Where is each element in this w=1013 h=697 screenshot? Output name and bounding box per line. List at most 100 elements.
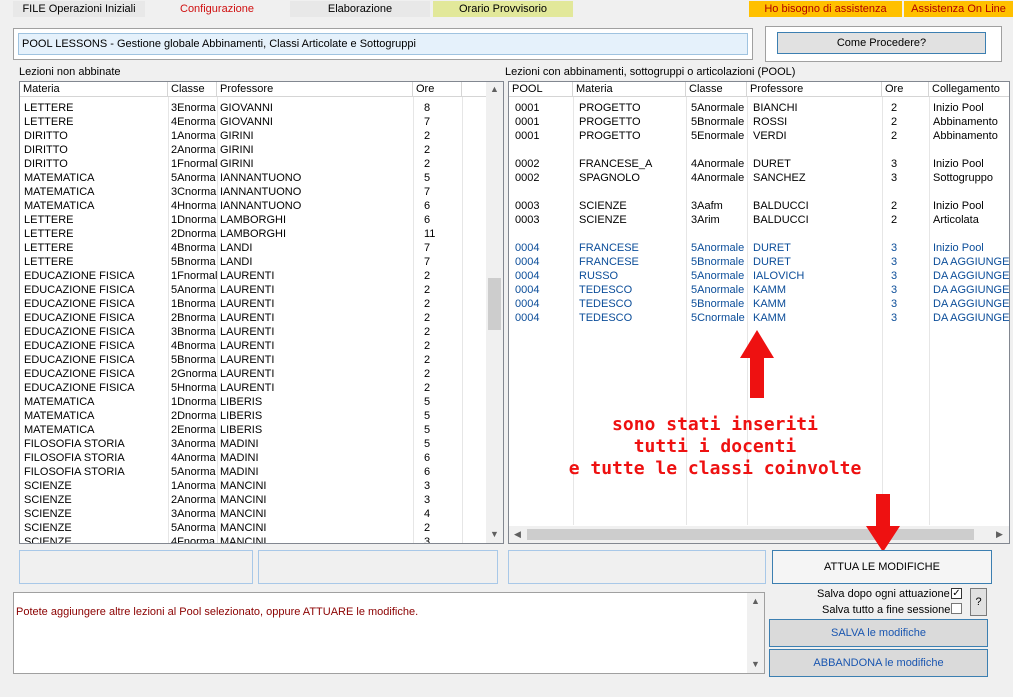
table-row[interactable]: MATEMATICA 2Dnorma LIBERIS 5 — [20, 409, 486, 423]
table-row[interactable]: MATEMATICA 2Enorma LIBERIS 5 — [20, 423, 486, 437]
salva-fine-checkbox[interactable] — [951, 603, 962, 614]
cell-ore: 6 — [424, 452, 431, 464]
table-row[interactable]: LETTERE 1Dnorma LAMBORGHI 6 — [20, 213, 486, 227]
horizontal-scroll-thumb[interactable] — [527, 529, 974, 540]
attua-modifiche-button[interactable]: ATTUA LE MODIFICHE — [772, 550, 992, 584]
cell-pool: 0004 — [515, 256, 540, 268]
abbandona-modifiche-button[interactable]: ABBANDONA le modifiche — [769, 649, 988, 677]
menu-configurazione[interactable]: Configurazione — [147, 1, 287, 17]
table-row[interactable]: EDUCAZIONE FISICA 3Bnorma LAURENTI 2 — [20, 325, 486, 339]
cell-ore: 3 — [891, 312, 898, 324]
table-row[interactable]: FILOSOFIA STORIA 5Anorma MADINI 6 — [20, 465, 486, 479]
table-row[interactable]: SCIENZE 1Anorma MANCINI 3 — [20, 479, 486, 493]
salva-dopo-checkbox[interactable]: ✓ — [951, 588, 962, 599]
table-row[interactable]: LETTERE 3Enorma GIOVANNI 8 — [20, 101, 486, 115]
table-row[interactable]: 0003 SCIENZE 3Arim BALDUCCI 2 Articolata — [509, 213, 1009, 227]
scroll-down-icon[interactable]: ▼ — [747, 659, 764, 669]
left-header-professore[interactable]: Professore — [217, 82, 413, 97]
table-row[interactable]: LETTERE 4Bnorma LANDI 7 — [20, 241, 486, 255]
table-row[interactable]: EDUCAZIONE FISICA 5Anorma LAURENTI 2 — [20, 283, 486, 297]
scroll-down-icon[interactable]: ▼ — [486, 529, 503, 539]
message-box[interactable]: Potete aggiungere altre lezioni al Pool … — [13, 592, 765, 674]
cell-ore: 2 — [424, 284, 431, 296]
table-row[interactable] — [509, 227, 1009, 241]
table-row[interactable]: MATEMATICA 3Cnorma IANNANTUONO 7 — [20, 185, 486, 199]
table-row[interactable]: 0004 TEDESCO 5Cnormale KAMM 3 DA AGGIUNGE — [509, 311, 1009, 325]
cell-classe: 5Anormale — [691, 270, 745, 282]
action-button-1[interactable] — [19, 550, 253, 584]
table-row[interactable]: 0002 FRANCESE_A 4Anormale DURET 3 Inizio Pool — [509, 157, 1009, 171]
table-row[interactable]: 0001 PROGETTO 5Anormale BIANCHI 2 Inizio Pool — [509, 101, 1009, 115]
right-header-professore[interactable]: Professore — [747, 82, 882, 97]
menu-file[interactable]: FILE Operazioni Iniziali — [13, 1, 145, 17]
come-procedere-button[interactable]: Come Procedere? — [777, 32, 986, 54]
help-button[interactable]: ? — [970, 588, 987, 616]
table-row[interactable]: 0001 PROGETTO 5Enormale VERDI 2 Abbinamento — [509, 129, 1009, 143]
cell-pool: 0002 — [515, 158, 540, 170]
table-row[interactable]: MATEMATICA 4Hnorma IANNANTUONO 6 — [20, 199, 486, 213]
right-header-pool[interactable]: POOL — [509, 82, 573, 97]
menu-orario-provvisorio[interactable]: Orario Provvisorio — [433, 1, 573, 17]
salva-modifiche-button[interactable]: SALVA le modifiche — [769, 619, 988, 647]
table-row[interactable]: FILOSOFIA STORIA 4Anorma MADINI 6 — [20, 451, 486, 465]
right-header-ore[interactable]: Ore — [882, 82, 929, 97]
table-row[interactable]: EDUCAZIONE FISICA 2Gnorma LAURENTI 2 — [20, 367, 486, 381]
table-row[interactable]: EDUCAZIONE FISICA 5Bnorma LAURENTI 2 — [20, 353, 486, 367]
right-header-classe[interactable]: Classe — [686, 82, 747, 97]
table-row[interactable]: 0001 PROGETTO 5Bnormale ROSSI 2 Abbinamento — [509, 115, 1009, 129]
table-row[interactable]: DIRITTO 2Anorma GIRINI 2 — [20, 143, 486, 157]
table-row[interactable]: 0004 TEDESCO 5Anormale KAMM 3 DA AGGIUNGE — [509, 283, 1009, 297]
table-row[interactable] — [509, 143, 1009, 157]
table-row[interactable]: SCIENZE 4Fnorma MANCINI 3 — [20, 535, 486, 543]
cell-materia: EDUCAZIONE FISICA — [24, 368, 135, 380]
scroll-up-icon[interactable]: ▲ — [486, 84, 503, 94]
table-row[interactable] — [509, 185, 1009, 199]
table-row[interactable]: EDUCAZIONE FISICA 4Bnorma LAURENTI 2 — [20, 339, 486, 353]
left-header-ore[interactable]: Ore — [413, 82, 462, 97]
table-row[interactable]: 0004 RUSSO 5Anormale IALOVICH 3 DA AGGIUNGE — [509, 269, 1009, 283]
scroll-left-icon[interactable]: ◀ — [509, 529, 526, 540]
table-row[interactable]: SCIENZE 2Anorma MANCINI 3 — [20, 493, 486, 507]
message-scrollbar[interactable]: ▲ ▼ — [747, 593, 764, 673]
cell-classe — [691, 227, 745, 241]
table-row[interactable]: LETTERE 5Bnorma LANDI 7 — [20, 255, 486, 269]
scroll-thumb[interactable] — [488, 278, 501, 330]
table-row[interactable]: EDUCAZIONE FISICA 1Bnorma LAURENTI 2 — [20, 297, 486, 311]
table-row[interactable]: DIRITTO 1Anorma GIRINI 2 — [20, 129, 486, 143]
table-row[interactable]: MATEMATICA 1Dnorma LIBERIS 5 — [20, 395, 486, 409]
left-header-classe[interactable]: Classe — [168, 82, 217, 97]
scroll-right-icon[interactable]: ▶ — [991, 529, 1008, 540]
right-header-materia[interactable]: Materia — [573, 82, 686, 97]
table-row[interactable]: LETTERE 4Enorma GIOVANNI 7 — [20, 115, 486, 129]
table-row[interactable]: 0004 FRANCESE 5Anormale DURET 3 Inizio Pool — [509, 241, 1009, 255]
right-header-collegamento[interactable]: Collegamento — [929, 82, 1009, 97]
table-row[interactable]: LETTERE 2Dnorma LAMBORGHI 11 — [20, 227, 486, 241]
cell-ore: 5 — [424, 410, 431, 422]
cell-professore: LAURENTI — [220, 382, 275, 394]
table-row[interactable]: EDUCAZIONE FISICA 1Fnormal LAURENTI 2 — [20, 269, 486, 283]
menu-elaborazione[interactable]: Elaborazione — [290, 1, 430, 17]
scroll-up-icon[interactable]: ▲ — [747, 596, 764, 606]
table-row[interactable]: 0004 TEDESCO 5Bnormale KAMM 3 DA AGGIUNGE — [509, 297, 1009, 311]
left-header-materia[interactable]: Materia — [20, 82, 168, 97]
table-row[interactable]: MATEMATICA 5Anorma IANNANTUONO 5 — [20, 171, 486, 185]
menu-assistenza[interactable]: Ho bisogno di assistenza — [749, 1, 902, 17]
menu-assistenza-online[interactable]: Assistenza On Line — [904, 1, 1013, 17]
table-row[interactable]: SCIENZE 5Anorma MANCINI 2 — [20, 521, 486, 535]
table-row[interactable]: FILOSOFIA STORIA 3Anorma MADINI 5 — [20, 437, 486, 451]
right-horizontal-scrollbar[interactable]: ◀ ▶ — [509, 526, 1009, 543]
table-row[interactable]: 0004 FRANCESE 5Bnormale DURET 3 DA AGGIUNGE — [509, 255, 1009, 269]
cell-professore: LAURENTI — [220, 340, 275, 352]
table-row[interactable]: SCIENZE 3Anorma MANCINI 4 — [20, 507, 486, 521]
left-vertical-scrollbar[interactable]: ▲ ▼ — [486, 82, 503, 543]
cell-materia: MATEMATICA — [24, 410, 95, 422]
action-button-2[interactable] — [258, 550, 498, 584]
left-lessons-grid[interactable]: Materia Classe Professore Ore LETTERE 3En… — [19, 81, 504, 544]
table-row[interactable]: 0002 SPAGNOLO 4Anormale SANCHEZ 3 Sottogruppo — [509, 171, 1009, 185]
table-row[interactable]: DIRITTO 1Fnormal GIRINI 2 — [20, 157, 486, 171]
table-row[interactable]: EDUCAZIONE FISICA 5Hnorma LAURENTI 2 — [20, 381, 486, 395]
table-row[interactable]: 0003 SCIENZE 3Aafm BALDUCCI 2 Inizio Pool — [509, 199, 1009, 213]
status-message: Potete aggiungere altre lezioni al Pool … — [16, 606, 419, 618]
table-row[interactable]: EDUCAZIONE FISICA 2Bnorma LAURENTI 2 — [20, 311, 486, 325]
action-button-3[interactable] — [508, 550, 766, 584]
